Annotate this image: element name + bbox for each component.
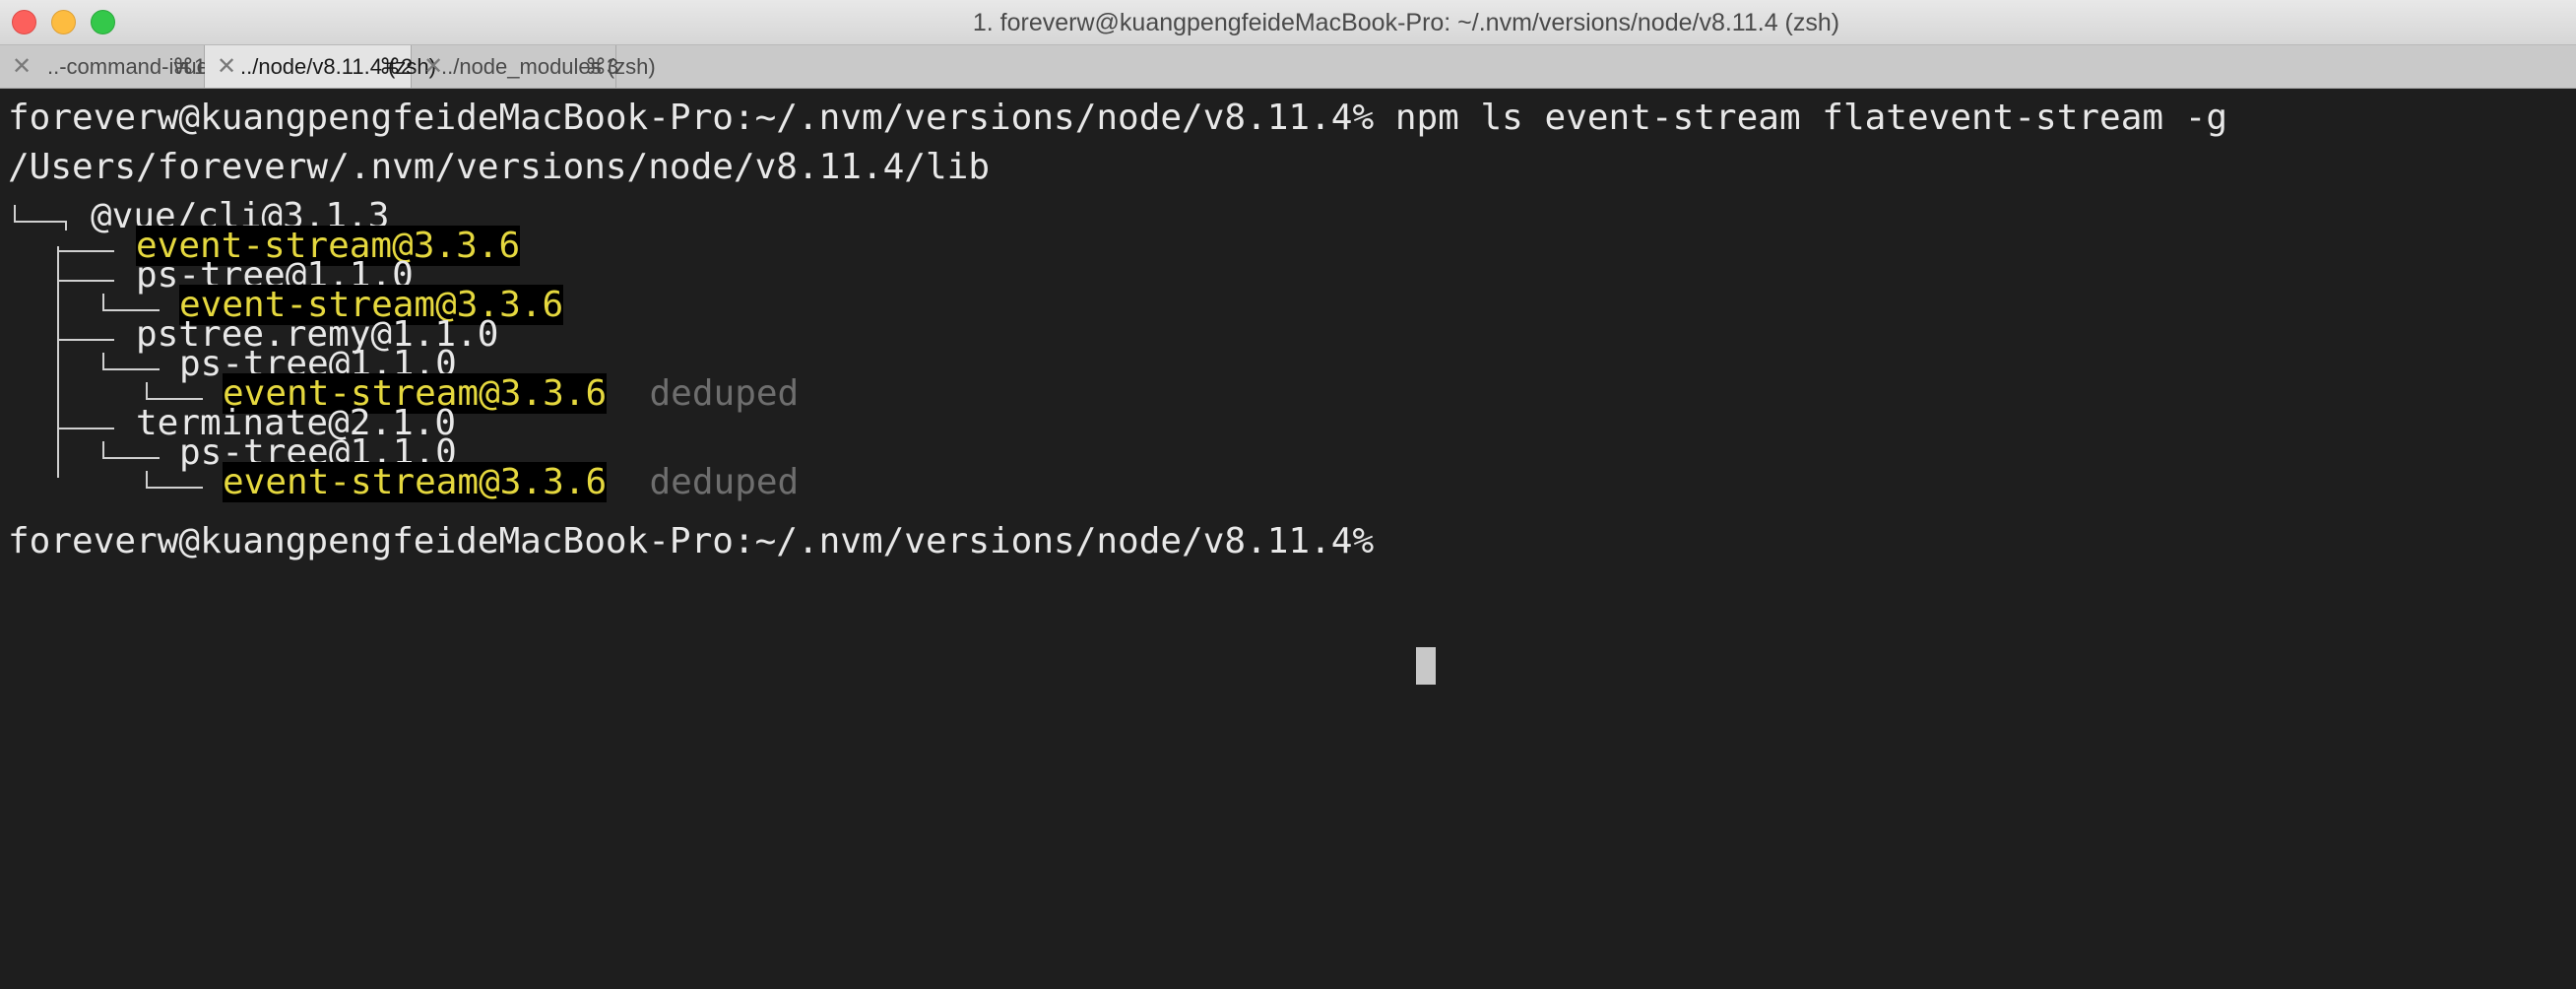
tab-1[interactable]: ✕ ..-command-ivue (zsh) ⌘1 <box>0 45 263 88</box>
deduped-label: deduped <box>649 373 800 414</box>
prompt: foreverw@kuangpengfeideMacBook-Pro:~/.nv… <box>8 98 1375 138</box>
close-tab-icon[interactable]: ✕ <box>217 45 236 88</box>
text-cursor <box>1416 647 1436 685</box>
tab-shortcut: ⌘3 <box>585 54 619 79</box>
tree-line <box>57 250 114 252</box>
tree-line <box>14 205 16 221</box>
close-tab-icon[interactable]: ✕ <box>12 45 32 88</box>
tree-line <box>146 471 148 487</box>
tree-line <box>57 428 114 429</box>
deduped-label: deduped <box>649 462 800 502</box>
prompt: foreverw@kuangpengfeideMacBook-Pro:~/.nv… <box>8 521 1375 561</box>
tree-node: event-stream@3.3.6 deduped <box>223 458 799 507</box>
tree-line <box>146 382 148 398</box>
event-stream-match: event-stream@3.3.6 <box>223 462 608 502</box>
tab-shortcut: ⌘1 <box>172 54 207 79</box>
terminal-output[interactable]: foreverw@kuangpengfeideMacBook-Pro:~/.nv… <box>0 89 2576 989</box>
prompt-line: foreverw@kuangpengfeideMacBook-Pro:~/.nv… <box>8 517 1374 566</box>
tree-line <box>102 353 104 368</box>
tree-line <box>102 441 104 457</box>
tab-shortcut: ⌘2 <box>379 54 414 79</box>
window-title: 1. foreverw@kuangpengfeideMacBook-Pro: ~… <box>972 9 1840 36</box>
title-bar: 1. foreverw@kuangpengfeideMacBook-Pro: ~… <box>0 0 2576 45</box>
tree-line <box>102 457 160 459</box>
tree-line <box>65 221 67 231</box>
tree-line <box>57 339 114 341</box>
tree-line <box>146 487 203 489</box>
tab-bar: ✕ ..-command-ivue (zsh) ⌘1 ✕ ../node/v8.… <box>0 45 2576 89</box>
tree-line <box>57 280 114 282</box>
tree-line <box>102 368 160 370</box>
lib-path: /Users/foreverw/.nvm/versions/node/v8.11… <box>8 147 990 187</box>
tab-2[interactable]: ✕ ../node/v8.11.4 (zsh) ⌘2 <box>205 45 436 88</box>
tab-label: ../node_modules (zsh) <box>441 54 656 79</box>
tab-3[interactable]: ✕ ../node_modules (zsh) ⌘3 <box>412 45 656 88</box>
command-text: npm ls event-stream flatevent-stream -g <box>1394 98 2228 138</box>
tree-line <box>14 221 67 223</box>
command-line: foreverw@kuangpengfeideMacBook-Pro:~/.nv… <box>8 94 2227 143</box>
tree-line <box>102 294 104 309</box>
